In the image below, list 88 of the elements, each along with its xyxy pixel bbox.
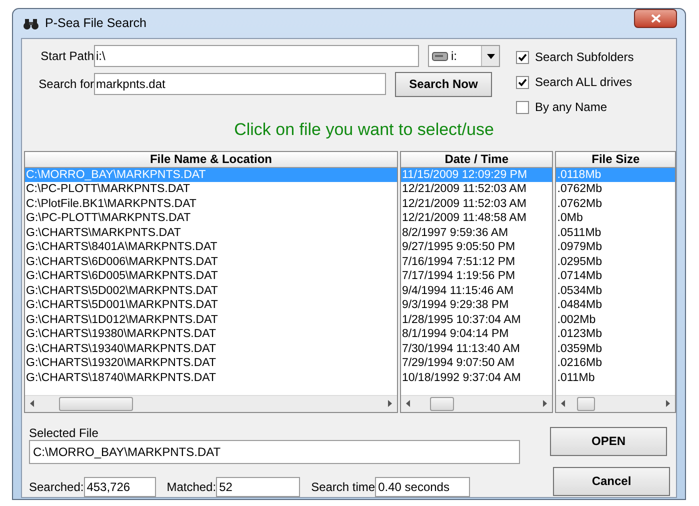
scroll-left-icon[interactable] bbox=[406, 400, 410, 407]
start-path-field[interactable]: i:\ bbox=[94, 45, 419, 67]
stat-field: 453,726 bbox=[84, 476, 156, 496]
list-item[interactable]: .0511Mb bbox=[556, 226, 675, 240]
list-item[interactable]: G:\CHARTS\19320\MARKPNTS.DAT bbox=[25, 356, 397, 370]
list-item[interactable]: G:\CHARTS\6D005\MARKPNTS.DAT bbox=[25, 269, 397, 284]
stat-field: 0.40 seconds bbox=[375, 476, 470, 496]
checkbox-label: Search Subfolders bbox=[535, 49, 634, 66]
list-item[interactable]: .011Mb bbox=[556, 370, 675, 385]
dropdown-arrow-button[interactable] bbox=[481, 46, 499, 66]
list-item[interactable]: .002Mb bbox=[556, 312, 675, 327]
list-item[interactable]: G:\CHARTS\5D001\MARKPNTS.DAT bbox=[25, 298, 397, 312]
list-item[interactable]: G:\PC-PLOTT\MARKPNTS.DAT bbox=[25, 211, 397, 226]
list-item[interactable]: 7/16/1994 7:51:12 PM bbox=[400, 254, 552, 269]
checkbox[interactable] bbox=[516, 100, 529, 114]
scrollbar-thumb[interactable] bbox=[59, 396, 133, 410]
drive-value: i: bbox=[451, 48, 457, 65]
search-field[interactable]: markpnts.dat bbox=[94, 73, 386, 95]
list-item[interactable]: 12/21/2009 11:52:03 AM bbox=[400, 182, 552, 196]
scrollbar-thumb[interactable] bbox=[577, 396, 596, 410]
stat-field: 52 bbox=[216, 476, 300, 496]
list-item[interactable]: .0714Mb bbox=[556, 269, 675, 284]
list-item[interactable]: 10/18/1992 9:37:04 AM bbox=[400, 370, 552, 385]
list-item[interactable]: .0484Mb bbox=[556, 298, 675, 312]
drive-dropdown[interactable]: i: bbox=[428, 45, 500, 67]
list-item[interactable]: .0295Mb bbox=[556, 254, 675, 269]
caret-icon bbox=[486, 54, 494, 58]
stat-label: Searched: bbox=[29, 478, 84, 496]
checkbox[interactable] bbox=[516, 50, 529, 64]
scroll-left-icon[interactable] bbox=[561, 400, 566, 407]
list-item[interactable]: .0762Mb bbox=[556, 196, 675, 211]
list-item[interactable]: 9/27/1995 9:05:50 PM bbox=[400, 240, 552, 254]
list-item[interactable]: G:\CHARTS\19380\MARKPNTS.DAT bbox=[25, 327, 397, 342]
list-item[interactable]: 8/1/1994 9:04:14 PM bbox=[400, 327, 552, 342]
drive-icon bbox=[432, 52, 448, 60]
field-label: Search for bbox=[38, 76, 94, 93]
scroll-right-icon[interactable] bbox=[666, 400, 670, 407]
list-item[interactable]: 9/3/1994 9:29:38 PM bbox=[400, 298, 552, 312]
horizontal-scrollbar[interactable] bbox=[25, 394, 397, 412]
list-item[interactable]: G:\CHARTS\1D012\MARKPNTS.DAT bbox=[25, 312, 397, 327]
column-header[interactable]: File Size bbox=[556, 152, 675, 168]
binoculars-icon bbox=[23, 18, 39, 30]
list-item[interactable]: 12/21/2009 11:48:58 AM bbox=[400, 211, 552, 226]
list-item[interactable]: 9/4/1994 11:15:46 AM bbox=[400, 284, 552, 298]
close-icon bbox=[650, 14, 660, 23]
checkbox[interactable] bbox=[516, 76, 529, 88]
list-item[interactable]: G:\CHARTS\6D006\MARKPNTS.DAT bbox=[25, 254, 397, 269]
stat-label: Search time bbox=[311, 478, 376, 496]
list-item[interactable]: G:\CHARTS\MARKPNTS.DAT bbox=[25, 226, 397, 240]
list-item[interactable]: .0979Mb bbox=[556, 240, 675, 254]
list-item[interactable]: .0Mb bbox=[556, 211, 675, 226]
list-item[interactable]: G:\CHARTS\5D002\MARKPNTS.DAT bbox=[25, 284, 397, 298]
checkbox-label: By any Name bbox=[535, 99, 608, 116]
field-label: Selected File bbox=[29, 426, 100, 440]
column-header[interactable]: Date / Time bbox=[400, 152, 552, 168]
column-header[interactable]: File Name & Location bbox=[25, 152, 397, 168]
scroll-left-icon[interactable] bbox=[30, 400, 34, 407]
field-label: Start Path bbox=[40, 48, 94, 65]
list-item[interactable]: 8/2/1997 9:59:36 AM bbox=[400, 226, 552, 240]
window-title: P-Sea File Search bbox=[45, 15, 146, 32]
scroll-right-icon[interactable] bbox=[388, 400, 392, 407]
checkbox-label: Search ALL drives bbox=[535, 74, 632, 91]
list-item[interactable]: C:\PC-PLOTT\MARKPNTS.DAT bbox=[25, 182, 397, 196]
selected-file-field[interactable]: C:\MORRO_BAY\MARKPNTS.DAT bbox=[29, 440, 520, 464]
list-item[interactable]: .0123Mb bbox=[556, 327, 675, 342]
list-item[interactable]: 12/21/2009 11:52:03 AM bbox=[400, 196, 552, 211]
list-item[interactable]: 7/17/1994 1:19:56 PM bbox=[400, 269, 552, 284]
list-item[interactable]: G:\CHARTS\8401A\MARKPNTS.DAT bbox=[25, 240, 397, 254]
close-button[interactable] bbox=[634, 9, 677, 28]
list-item[interactable]: 7/30/1994 11:13:40 AM bbox=[400, 342, 552, 356]
scrollbar-thumb[interactable] bbox=[430, 396, 454, 410]
list-item[interactable]: 1/28/1995 10:37:04 AM bbox=[400, 312, 552, 327]
list-item[interactable]: 7/29/1994 9:07:50 AM bbox=[400, 356, 552, 370]
horizontal-scrollbar[interactable] bbox=[556, 394, 675, 412]
instruction-text: Click on file you want to select/use bbox=[234, 119, 494, 141]
list-item[interactable]: .0216Mb bbox=[556, 356, 675, 370]
scroll-right-icon[interactable] bbox=[543, 400, 548, 407]
list-item[interactable]: C:\PlotFile.BK1\MARKPNTS.DAT bbox=[25, 196, 397, 211]
list-item[interactable]: .0359Mb bbox=[556, 342, 675, 356]
cancel-button[interactable]: Cancel bbox=[553, 466, 670, 496]
open-button[interactable]: OPEN bbox=[550, 426, 667, 456]
horizontal-scrollbar[interactable] bbox=[400, 394, 552, 412]
list-item[interactable]: .0534Mb bbox=[556, 284, 675, 298]
stat-label: Matched: bbox=[166, 478, 216, 496]
list-item[interactable]: G:\CHARTS\18740\MARKPNTS.DAT bbox=[25, 370, 397, 385]
list-item[interactable]: .0762Mb bbox=[556, 182, 675, 196]
list-item[interactable]: G:\CHARTS\19340\MARKPNTS.DAT bbox=[25, 342, 397, 356]
search-now-button[interactable]: Search Now bbox=[395, 72, 492, 96]
